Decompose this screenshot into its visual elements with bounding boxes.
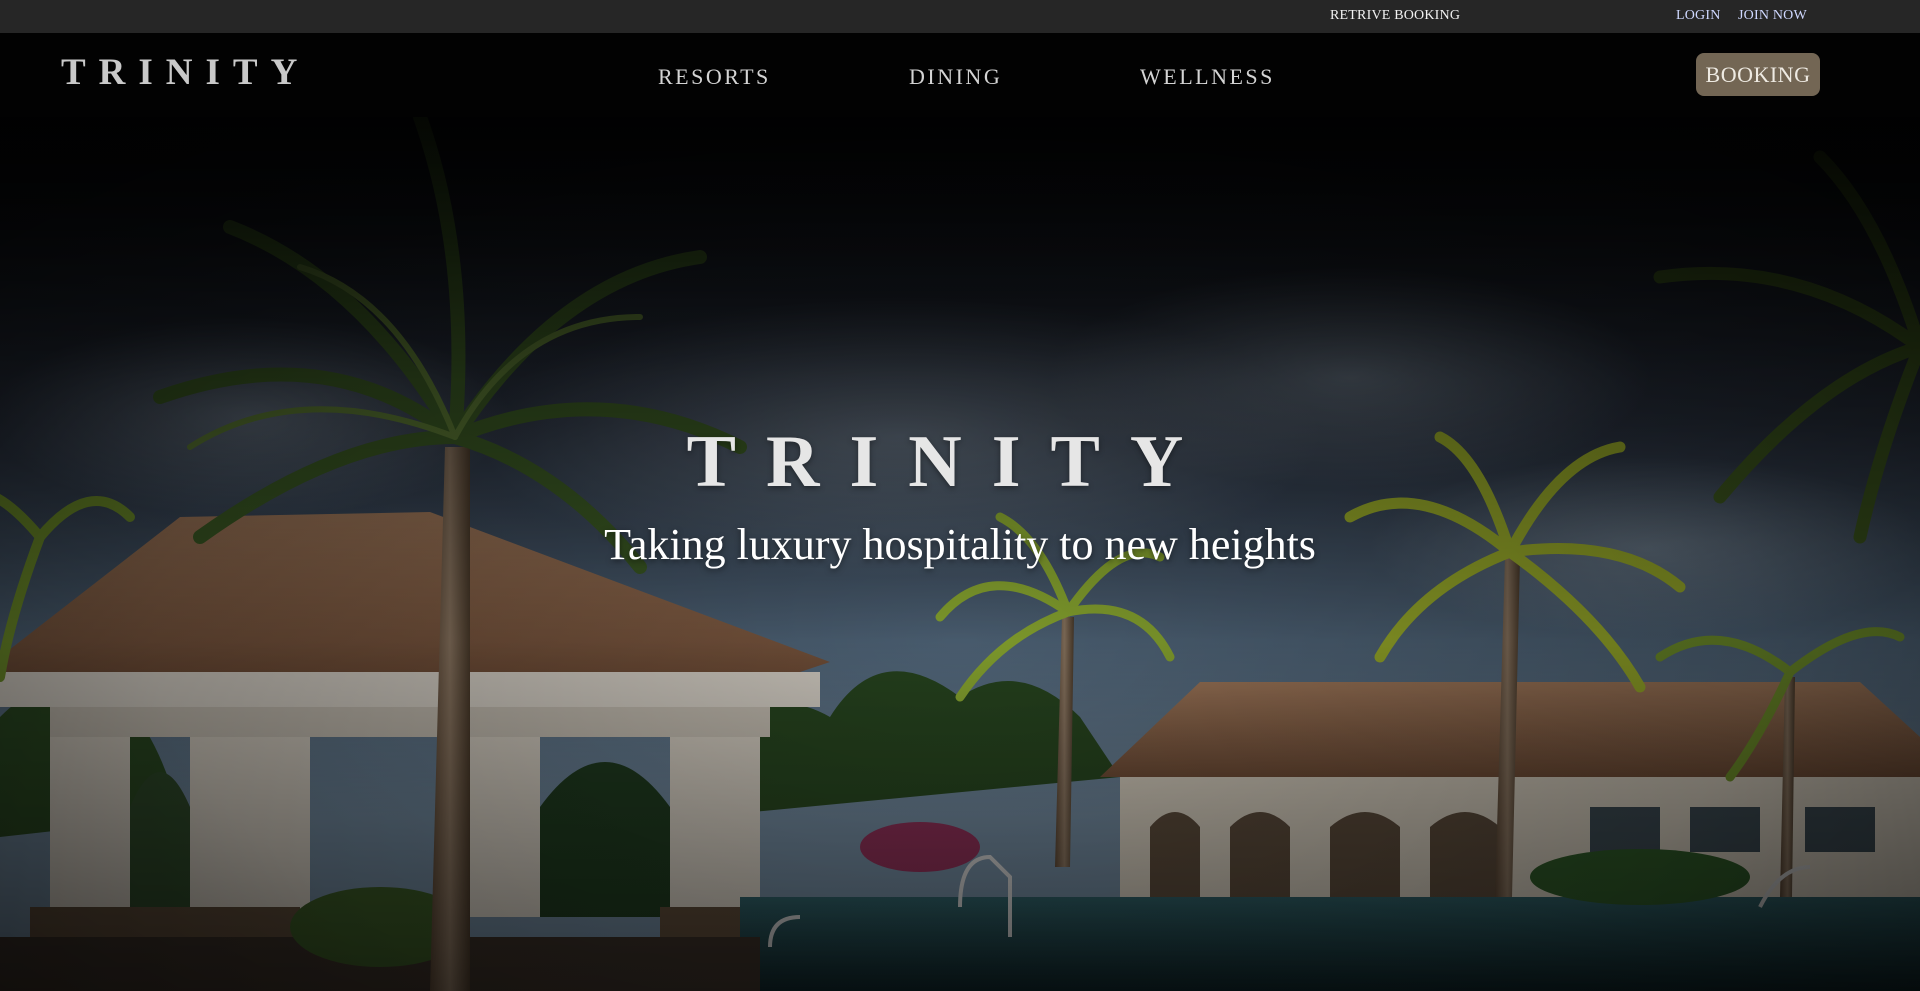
hero-tagline: Taking luxury hospitality to new heights (604, 520, 1316, 569)
utility-bar: RETRIVE BOOKING LOGIN JOIN NOW (0, 0, 1920, 33)
nav-item-dining[interactable]: DINING (909, 64, 1002, 90)
main-nav: TRINITY RESORTS DINING WELLNESS BOOKING (0, 33, 1920, 117)
hero-section: TRINITY Taking luxury hospitality to new… (0, 117, 1920, 991)
booking-button[interactable]: BOOKING (1696, 53, 1820, 96)
nav-item-wellness[interactable]: WELLNESS (1140, 64, 1275, 90)
page: RETRIVE BOOKING LOGIN JOIN NOW TRINITY R… (0, 0, 1920, 991)
site-logo[interactable]: TRINITY (61, 51, 310, 94)
join-now-link[interactable]: JOIN NOW (1738, 8, 1807, 24)
hero-title: TRINITY (686, 421, 1214, 503)
retrieve-booking-link[interactable]: RETRIVE BOOKING (1330, 8, 1460, 24)
login-link[interactable]: LOGIN (1676, 8, 1721, 24)
nav-item-resorts[interactable]: RESORTS (658, 64, 771, 90)
